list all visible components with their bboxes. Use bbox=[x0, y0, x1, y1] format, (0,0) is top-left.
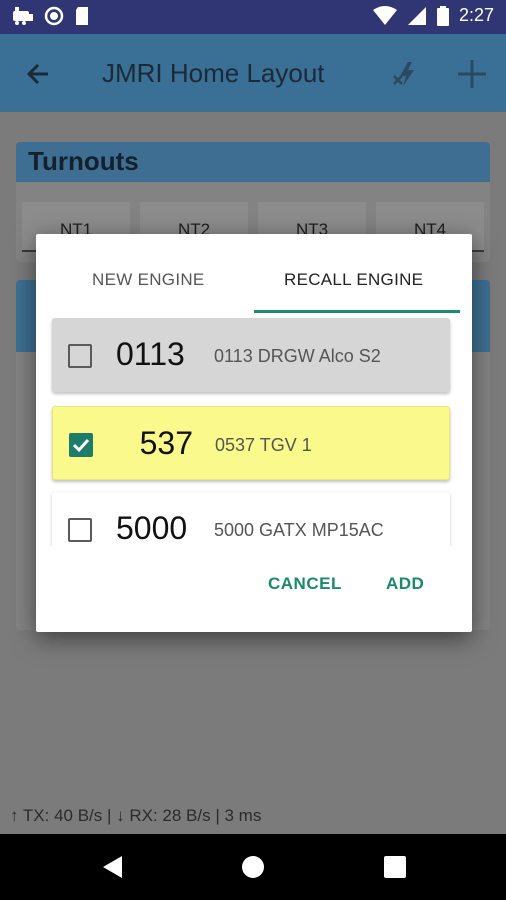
engine-name: 5000 GATX MP15AC bbox=[214, 520, 384, 540]
engine-name: 0537 TGV 1 bbox=[215, 435, 312, 455]
tab-indicator bbox=[254, 310, 460, 313]
tab-recall-engine[interactable]: RECALL ENGINE bbox=[284, 270, 423, 290]
record-icon bbox=[44, 6, 64, 26]
train-icon bbox=[13, 7, 33, 25]
app-title: JMRI Home Layout bbox=[102, 58, 325, 88]
engine-address: 0113 bbox=[116, 336, 185, 372]
add-icon[interactable] bbox=[454, 56, 490, 92]
home-circle-icon[interactable] bbox=[240, 854, 266, 880]
engine-name: 0113 DRGW Alco S2 bbox=[214, 346, 381, 366]
turnouts-heading: Turnouts bbox=[16, 142, 490, 182]
engine-list[interactable]: 0113 0113 DRGW Alco S2 537 0537 TGV 1 50… bbox=[36, 314, 472, 546]
cancel-button[interactable]: CANCEL bbox=[268, 574, 342, 594]
traffic-stats: ↑ TX: 40 B/s | ↓ RX: 28 B/s | 3 ms bbox=[10, 806, 262, 825]
wifi-icon bbox=[372, 5, 397, 25]
nav-bar bbox=[0, 834, 506, 900]
tab-new-engine[interactable]: NEW ENGINE bbox=[92, 270, 205, 290]
app-bar: JMRI Home Layout bbox=[0, 34, 506, 112]
recents-square-icon[interactable] bbox=[382, 854, 408, 880]
engine-item-5000[interactable]: 5000 5000 GATX MP15AC bbox=[52, 492, 450, 546]
engine-item-537[interactable]: 537 0537 TGV 1 bbox=[52, 406, 450, 480]
status-time: 2:27 bbox=[458, 5, 494, 25]
engine-address: 537 bbox=[139, 425, 193, 461]
back-triangle-icon[interactable] bbox=[100, 854, 126, 880]
engine-checkbox[interactable] bbox=[68, 518, 92, 542]
engine-item-0113[interactable]: 0113 0113 DRGW Alco S2 bbox=[52, 318, 450, 392]
back-arrow-icon[interactable] bbox=[22, 58, 54, 90]
select-engine-dialog: NEW ENGINE RECALL ENGINE 0113 0113 DRGW … bbox=[36, 234, 472, 632]
power-bolt-icon[interactable] bbox=[390, 58, 422, 90]
engine-checkbox[interactable] bbox=[68, 344, 92, 368]
add-button[interactable]: ADD bbox=[386, 574, 424, 594]
battery-icon bbox=[436, 5, 449, 26]
engine-checkbox-checked[interactable] bbox=[69, 433, 93, 457]
engine-address: 5000 bbox=[116, 510, 188, 546]
signal-icon bbox=[407, 6, 426, 25]
sdcard-icon bbox=[76, 7, 88, 25]
checkmark-icon bbox=[72, 438, 90, 453]
dialog-tabs: NEW ENGINE RECALL ENGINE bbox=[36, 234, 472, 314]
status-bar: 2:27 bbox=[0, 0, 506, 34]
